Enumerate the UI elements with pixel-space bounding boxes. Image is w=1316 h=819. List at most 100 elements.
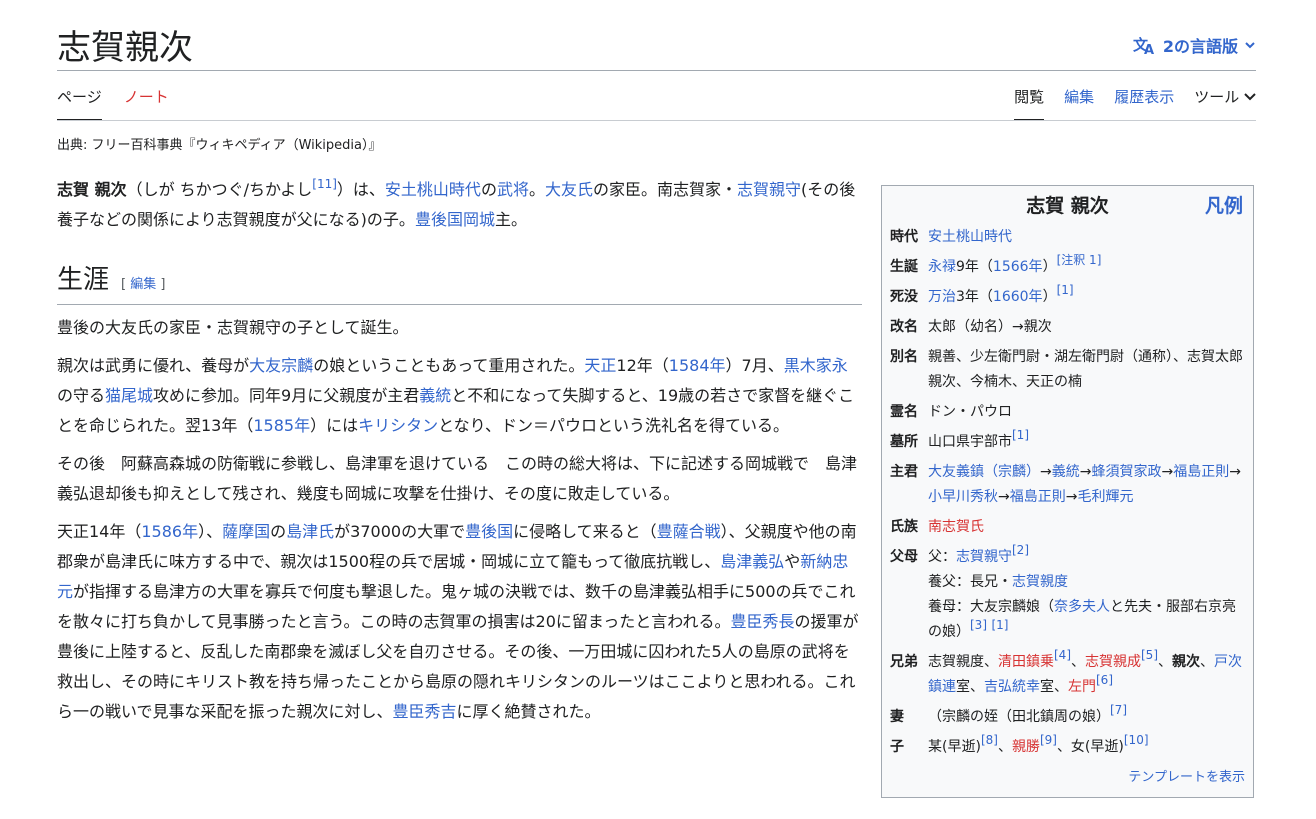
article-link[interactable]: 天正 xyxy=(584,356,616,375)
reference[interactable]: [注釈 1] xyxy=(1057,253,1102,267)
reference[interactable]: [11] xyxy=(312,177,337,191)
article-link[interactable]: 薩摩国 xyxy=(222,522,270,541)
infobox-link[interactable]: 志賀親度 xyxy=(1012,574,1068,590)
tab-page[interactable]: ページ xyxy=(57,86,102,121)
namespace-tabs: ページ ノート xyxy=(57,86,169,121)
infobox-link[interactable]: 安土桃山時代 xyxy=(928,229,1012,245)
infobox-redlink[interactable]: 左門 xyxy=(1068,679,1096,695)
infobox-row-rename: 改名 太郎（幼名）→親次 xyxy=(890,319,1052,335)
reference[interactable]: [3] xyxy=(970,618,987,632)
article-link[interactable]: 大友宗麟 xyxy=(249,356,313,375)
reference[interactable]: [10] xyxy=(1124,733,1149,747)
tab-tools-label: ツール xyxy=(1194,88,1240,106)
section-edit-link[interactable]: 編集 xyxy=(130,277,156,292)
infobox-row-birth: 生誕 永禄9年（1566年）[注釈 1] xyxy=(890,253,1102,275)
language-button-label: 2の言語版 xyxy=(1162,37,1238,56)
chevron-down-icon xyxy=(1244,93,1256,101)
tab-talk[interactable]: ノート xyxy=(124,86,169,121)
page-title: 志賀親次 xyxy=(57,28,193,68)
infobox-redlink[interactable]: 志賀親成 xyxy=(1085,654,1141,670)
article-link[interactable]: 1585年 xyxy=(253,416,310,435)
infobox-link[interactable]: 義統 xyxy=(1052,464,1080,480)
infobox-link[interactable]: 志賀親守 xyxy=(956,549,1012,565)
article-link[interactable]: 豊臣秀長 xyxy=(730,612,794,631)
article-link[interactable]: 豊薩合戦 xyxy=(657,522,721,541)
section-heading-wrap: 生涯 [ 編集 ] xyxy=(57,265,862,305)
reference[interactable]: [9] xyxy=(1040,733,1057,747)
paragraph: その後 阿蘇高森城の防衛戦に参戦し、島津軍を退けている この時の総大将は、下に記… xyxy=(57,454,858,503)
reference[interactable]: [1] xyxy=(1057,283,1074,297)
article-link[interactable]: 黒木家永 xyxy=(784,356,848,375)
language-button[interactable]: 文A 2の言語版 xyxy=(1133,33,1256,57)
article-link[interactable]: 安土桃山時代 xyxy=(385,180,481,199)
infobox-row-era: 時代 安土桃山時代 xyxy=(890,229,1012,245)
tabs-divider xyxy=(57,120,1256,121)
infobox-row-death: 死没 万治3年（1660年）[1] xyxy=(890,283,1074,305)
infobox-link[interactable]: 小早川秀秋 xyxy=(928,489,998,505)
article-link[interactable]: 猫尾城 xyxy=(105,386,153,405)
reference[interactable]: [6] xyxy=(1096,673,1113,687)
reference[interactable]: [4] xyxy=(1054,648,1071,662)
legend-link[interactable]: 凡例 xyxy=(1205,194,1243,219)
infobox-row-lord: 主君 大友義鎮（宗麟）→義統→蜂須賀家政→福島正則→小早川秀秋→福島正則→毛利輝元 xyxy=(890,464,1241,505)
reference[interactable]: [1] xyxy=(1012,428,1029,442)
infobox-link[interactable]: 福島正則 xyxy=(1010,489,1066,505)
infobox-link[interactable]: 万治 xyxy=(928,289,956,305)
reference[interactable]: [8] xyxy=(981,733,998,747)
article-link[interactable]: 島津氏 xyxy=(286,522,334,541)
article-link[interactable]: 大友氏 xyxy=(545,180,593,199)
article-link[interactable]: 豊臣秀吉 xyxy=(393,702,457,721)
infobox-row-clan: 氏族 南志賀氏 xyxy=(890,519,984,535)
svg-text:A: A xyxy=(1144,43,1154,55)
lead-paragraph: 志賀 親次（しが ちかつぐ/ちかよし[11]）は、安土桃山時代の武将。大友氏の家… xyxy=(57,177,856,229)
infobox-redlink[interactable]: 清田鎮乗 xyxy=(998,654,1054,670)
infobox-row-siblings: 兄弟 志賀親度、清田鎮乗[4]、志賀親成[5]、親次、戸次鎮連室、吉弘統幸室、左門… xyxy=(890,648,1242,695)
infobox-link[interactable]: 毛利輝元 xyxy=(1077,489,1133,505)
reference[interactable]: [1] xyxy=(991,618,1008,632)
infobox-row-spirit: 霊名 ドン・パウロ xyxy=(890,404,1012,420)
article-link[interactable]: 島津義弘 xyxy=(720,552,784,571)
tab-history[interactable]: 履歴表示 xyxy=(1114,86,1174,121)
article-link[interactable]: キリシタン xyxy=(358,416,438,435)
article-link[interactable]: 義統 xyxy=(419,386,451,405)
infobox-link[interactable]: 福島正則 xyxy=(1173,464,1229,480)
tab-tools[interactable]: ツール xyxy=(1194,86,1256,121)
infobox-row-alias: 別名 親善、少左衛門尉・湖左衛門尉（通称）、志賀太郎親次、今楠木、天正の楠 xyxy=(890,349,1243,390)
reference[interactable]: [5] xyxy=(1141,648,1158,662)
infobox-redlink[interactable]: 南志賀氏 xyxy=(928,519,984,535)
title-divider xyxy=(57,70,1256,71)
paragraph: 天正14年（1586年）、薩摩国の島津氏が37000の大軍で豊後国に侵略して来る… xyxy=(57,522,859,721)
infobox-link[interactable]: 奈多夫人 xyxy=(1054,599,1110,615)
view-tabs: 閲覧 編集 履歴表示 ツール xyxy=(1014,86,1256,121)
tab-edit[interactable]: 編集 xyxy=(1064,86,1094,121)
translate-icon: 文A xyxy=(1133,35,1157,55)
section-heading: 生涯 xyxy=(57,265,110,295)
reference[interactable]: [2] xyxy=(1012,543,1029,557)
article-link[interactable]: 豊後国 xyxy=(415,210,463,229)
parent-father: 父：志賀親守[2] xyxy=(928,543,1029,565)
paragraph: 豊後の大友氏の家臣・志賀親守の子として誕生。 xyxy=(57,318,409,337)
article-link[interactable]: 1584年 xyxy=(669,356,726,375)
article-link[interactable]: 志賀親守 xyxy=(737,180,801,199)
infobox-redlink[interactable]: 親勝 xyxy=(1012,739,1040,755)
infobox-link[interactable]: 蜂須賀家政 xyxy=(1091,464,1161,480)
parent-adoptive-mother: 養母：大友宗麟娘（奈多夫人と先夫・服部右京亮の娘）[3] [1] xyxy=(928,599,1236,640)
source-note: 出典: フリー百科事典『ウィキペディア（Wikipedia）』 xyxy=(57,138,382,153)
infobox-link[interactable]: 1566年 xyxy=(993,259,1043,275)
section-edit: [ 編集 ] xyxy=(121,277,166,292)
infobox-link[interactable]: 大友義鎮（宗麟） xyxy=(928,464,1040,480)
article-link[interactable]: 岡城 xyxy=(463,210,495,229)
chevron-down-icon xyxy=(1244,39,1256,51)
infobox-row-wife: 妻（宗麟の姪（田北鎮周の娘）[7] xyxy=(890,703,1127,725)
article-link[interactable]: 武将 xyxy=(497,180,529,199)
tab-read[interactable]: 閲覧 xyxy=(1014,86,1045,121)
infobox-link[interactable]: 1660年 xyxy=(993,289,1043,305)
infobox-link[interactable]: 吉弘統幸 xyxy=(984,679,1040,695)
infobox-title: 志賀 親次 凡例 xyxy=(1026,194,1243,219)
article-link[interactable]: 豊後国 xyxy=(465,522,513,541)
show-template-link[interactable]: テンプレートを表示 xyxy=(890,765,1245,790)
paragraph: 親次は武勇に優れ、養母が大友宗麟の娘ということもあって重用された。天正12年（1… xyxy=(57,356,855,435)
infobox-link[interactable]: 永禄 xyxy=(928,259,956,275)
article-link[interactable]: 1586年 xyxy=(141,522,198,541)
reference[interactable]: [7] xyxy=(1110,703,1127,717)
